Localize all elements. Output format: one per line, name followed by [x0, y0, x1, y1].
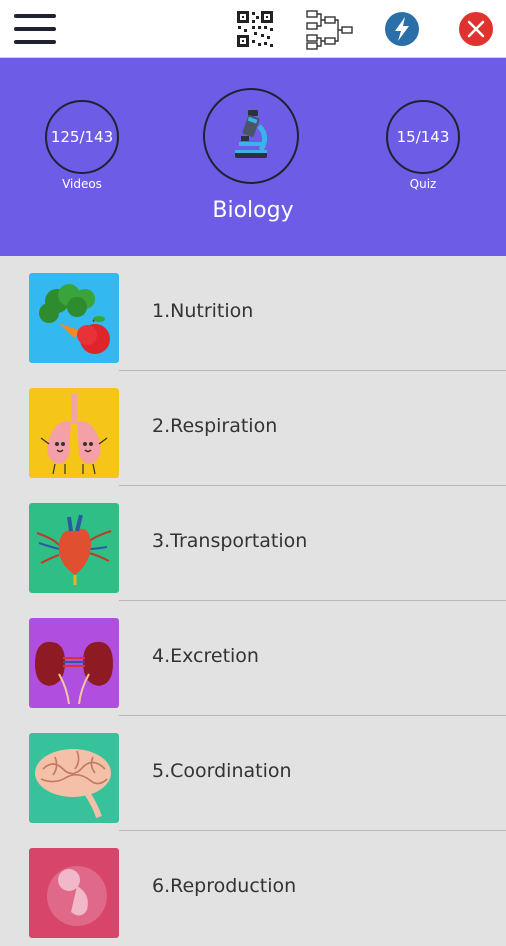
subject-header: 125/143 Videos 15/143 Quiz Biology	[0, 58, 506, 256]
subject-title: Biology	[212, 198, 294, 223]
heart-icon	[29, 503, 119, 593]
videos-count: 125/143	[45, 100, 119, 174]
kidneys-icon	[29, 618, 119, 708]
qr-code-icon[interactable]	[234, 8, 276, 50]
chapter-item-respiration[interactable]: 2.Respiration	[0, 371, 506, 486]
top-toolbar	[0, 0, 506, 58]
chapter-label: 6.Reproduction	[152, 875, 297, 897]
chapter-label: 4.Excretion	[152, 645, 259, 667]
fetus-icon	[29, 848, 119, 938]
chapter-label: 5.Coordination	[152, 760, 292, 782]
lightning-bolt-icon[interactable]	[381, 8, 423, 50]
videos-progress[interactable]: 125/143 Videos	[45, 100, 119, 191]
vegetables-fruit-icon	[29, 273, 119, 363]
close-icon[interactable]	[455, 8, 497, 50]
hierarchy-tree-icon[interactable]	[306, 8, 354, 50]
chapter-item-nutrition[interactable]: 1.Nutrition	[0, 256, 506, 371]
microscope-icon	[203, 88, 299, 184]
chapter-label: 2.Respiration	[152, 415, 278, 437]
brain-icon	[29, 733, 119, 823]
chapter-label: 3.Transportation	[152, 530, 308, 552]
chapter-item-excretion[interactable]: 4.Excretion	[0, 601, 506, 716]
lungs-icon	[29, 388, 119, 478]
chapter-item-transportation[interactable]: 3.Transportation	[0, 486, 506, 601]
quiz-label: Quiz	[409, 177, 437, 191]
quiz-progress[interactable]: 15/143 Quiz	[386, 100, 460, 191]
quiz-count: 15/143	[386, 100, 460, 174]
chapter-item-reproduction[interactable]: 6.Reproduction	[0, 831, 506, 946]
hamburger-menu-icon[interactable]	[14, 12, 56, 46]
videos-label: Videos	[62, 177, 102, 191]
chapter-item-coordination[interactable]: 5.Coordination	[0, 716, 506, 831]
chapter-label: 1.Nutrition	[152, 300, 254, 322]
